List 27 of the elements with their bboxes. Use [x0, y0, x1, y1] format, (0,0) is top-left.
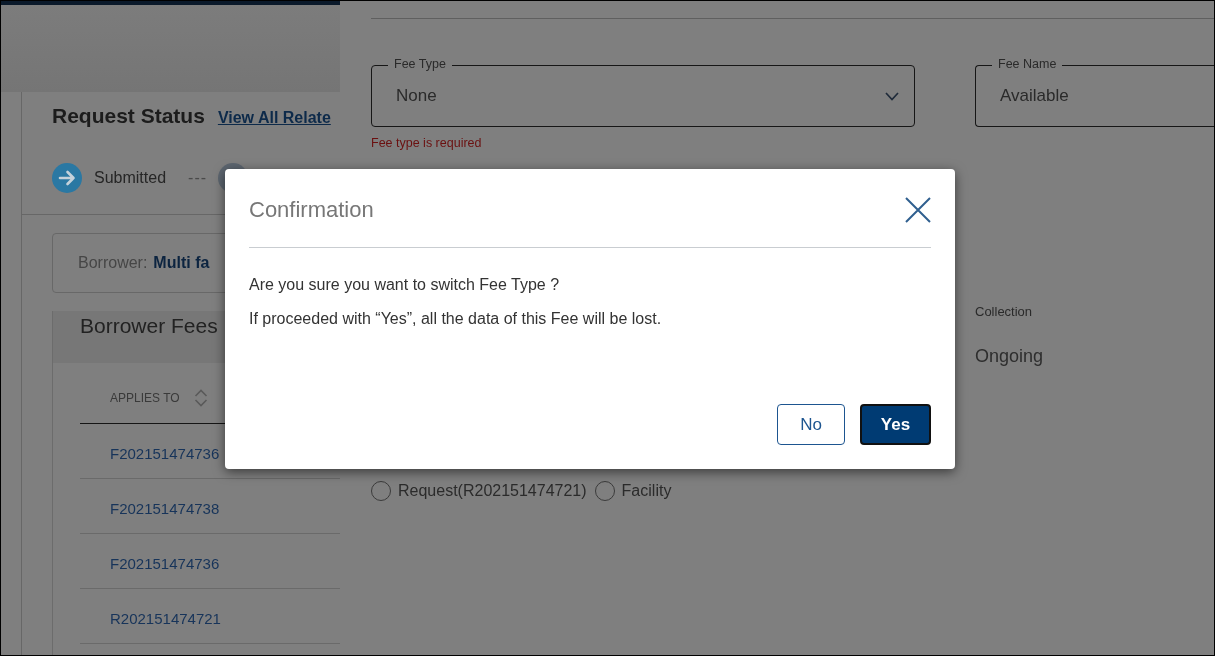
dialog-message: Are you sure you want to switch Fee Type ? [249, 275, 560, 295]
field-value: Ongoing [975, 346, 1044, 366]
row-link[interactable]: R202151474721 [110, 609, 221, 627]
close-button[interactable] [905, 197, 931, 223]
row-link[interactable]: F202151474736 [110, 444, 220, 462]
radio-option[interactable]: Facility [594, 481, 672, 501]
step-label: Submitted [94, 169, 167, 187]
step-connector: --- [188, 169, 208, 187]
borrower-name: Multi fa [153, 254, 210, 272]
section-title: Borrower Fees [80, 313, 218, 339]
section-title: Request Status [52, 103, 205, 129]
row-link[interactable]: F202151474736 [110, 554, 220, 572]
cancel-button[interactable]: No [777, 404, 845, 445]
column-header: APPLIES TO [110, 391, 180, 405]
error-message: Fee type is required [371, 135, 482, 151]
chevron-down-icon [885, 91, 899, 101]
radio-option[interactable]: Request(R202151474721) [371, 481, 587, 501]
dialog-message: If proceeded with “Yes”, all the data of this Fee will be lost. [249, 309, 662, 329]
row-link[interactable]: F202151474738 [110, 499, 220, 517]
arrow-right-icon [52, 163, 82, 193]
field-label: Collection [975, 304, 1033, 320]
dialog-title: Confirmation [249, 196, 374, 224]
field-label: Fee Type [388, 57, 452, 72]
borrower-label: Borrower: [78, 254, 148, 272]
close-icon [905, 197, 931, 223]
view-all-link[interactable]: View All Relate [217, 109, 331, 127]
confirm-button[interactable]: Yes [860, 404, 931, 445]
